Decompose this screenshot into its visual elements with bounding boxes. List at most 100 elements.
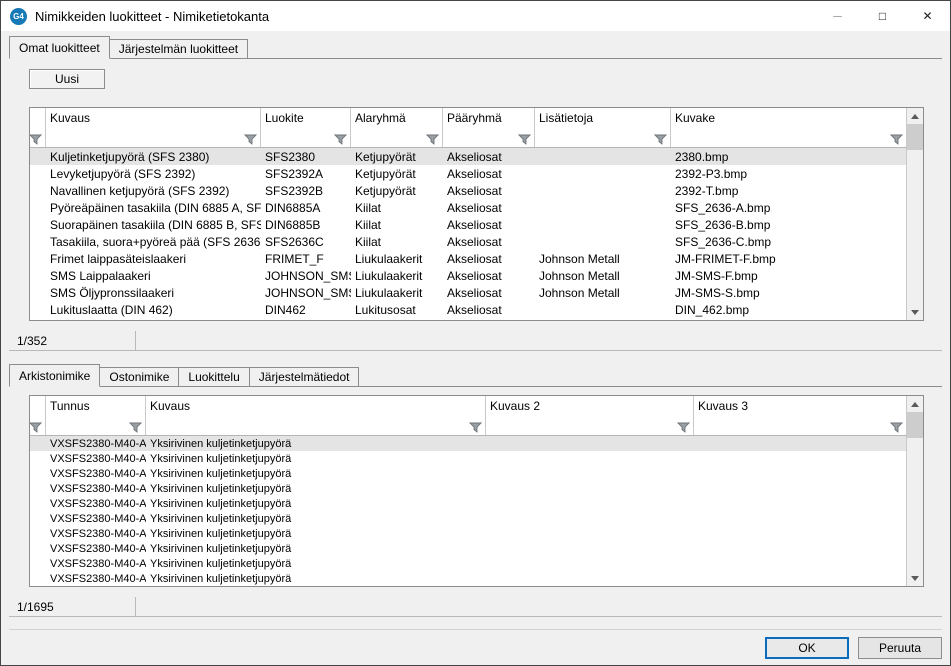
table-row[interactable]: Pyöreäpäinen tasakiila (DIN 6885 A, SFS … xyxy=(30,199,906,216)
filter-icon[interactable] xyxy=(30,134,42,145)
table-row[interactable]: SMS LaippalaakeriJOHNSON_SMS_FLiukulaake… xyxy=(30,267,906,284)
grid-header: Tunnus Kuvaus Kuvaus 2 Kuvaus 3 xyxy=(30,396,906,436)
table-cell: Yksirivinen kuljetinketjupyörä xyxy=(146,438,486,450)
maximize-button[interactable]: □ xyxy=(860,1,905,31)
table-row[interactable]: VXSFS2380-M40-A-...Yksirivinen kuljetink… xyxy=(30,466,906,481)
column-header[interactable]: Alaryhmä xyxy=(351,108,443,147)
table-cell: SFS2380 xyxy=(261,150,351,164)
tab-jarjestelman-luokitteet[interactable]: Järjestelmän luokitteet xyxy=(109,39,248,58)
tab-arkistonimike[interactable]: Arkistonimike xyxy=(9,364,100,387)
table-row[interactable]: Navallinen ketjupyörä (SFS 2392)SFS2392B… xyxy=(30,182,906,199)
table-cell: DIN462 xyxy=(261,303,351,317)
vertical-scrollbar[interactable] xyxy=(906,108,923,320)
table-cell: Tasakiila, suora+pyöreä pää (SFS 2636) xyxy=(46,235,261,249)
filter-icon[interactable] xyxy=(244,134,257,145)
scrollbar-thumb[interactable] xyxy=(907,412,923,438)
scrollbar-track[interactable] xyxy=(907,124,923,304)
ok-button[interactable]: OK xyxy=(765,637,849,659)
table-row[interactable]: Suorapäinen tasakiila (DIN 6885 B, SFS .… xyxy=(30,216,906,233)
column-header-label: Kuvaus 3 xyxy=(698,399,903,413)
table-cell: VXSFS2380-M40-A-... xyxy=(46,573,146,585)
scroll-up-button[interactable] xyxy=(907,396,923,412)
filter-icon[interactable] xyxy=(129,422,142,433)
column-header[interactable]: Lisätietoja xyxy=(535,108,671,147)
table-row[interactable]: Kuljetinketjupyörä (SFS 2380)SFS2380Ketj… xyxy=(30,148,906,165)
column-header[interactable]: Kuvaus xyxy=(146,396,486,435)
filter-icon[interactable] xyxy=(426,134,439,145)
column-header[interactable]: Kuvaus 3 xyxy=(694,396,906,435)
window-title: Nimikkeiden luokitteet - Nimiketietokant… xyxy=(35,9,815,24)
table-cell: Kiilat xyxy=(351,235,443,249)
table-row[interactable]: SMS ÖljypronssilaakeriJOHNSON_SMS_SLiuku… xyxy=(30,284,906,301)
column-header-label: Kuvaus 2 xyxy=(490,399,690,413)
scrollbar-track[interactable] xyxy=(907,412,923,570)
table-cell: Akseliosat xyxy=(443,201,535,215)
new-button[interactable]: Uusi xyxy=(29,69,105,89)
top-tab-strip: Omat luokitteetJärjestelmän luokitteet xyxy=(9,37,942,59)
table-cell: VXSFS2380-M40-A-... xyxy=(46,483,146,495)
table-cell: Yksirivinen kuljetinketjupyörä xyxy=(146,498,486,510)
table-cell: VXSFS2380-M40-A-... xyxy=(46,453,146,465)
filter-icon[interactable] xyxy=(890,134,903,145)
dialog-footer: OK Peruuta xyxy=(9,629,942,665)
filter-icon[interactable] xyxy=(469,422,482,433)
table-row[interactable]: VXSFS2380-M40-A-...Yksirivinen kuljetink… xyxy=(30,496,906,511)
tab-omat-luokitteet[interactable]: Omat luokitteet xyxy=(9,36,110,59)
table-row[interactable]: VXSFS2380-M40-A-...Yksirivinen kuljetink… xyxy=(30,481,906,496)
table-cell: SMS Öljypronssilaakeri xyxy=(46,286,261,300)
table-row[interactable]: VXSFS2380-M40-A-...Yksirivinen kuljetink… xyxy=(30,436,906,451)
scroll-up-button[interactable] xyxy=(907,108,923,124)
close-button[interactable]: ✕ xyxy=(905,1,950,31)
filter-icon[interactable] xyxy=(654,134,667,145)
filter-icon[interactable] xyxy=(30,422,42,433)
table-cell: Ketjupyörät xyxy=(351,167,443,181)
cancel-button[interactable]: Peruuta xyxy=(858,637,942,659)
table-cell: VXSFS2380-M40-A-... xyxy=(46,513,146,525)
scrollbar-thumb[interactable] xyxy=(907,124,923,150)
column-header-label: Kuvaus xyxy=(50,111,257,125)
vertical-scrollbar[interactable] xyxy=(906,396,923,586)
minimize-button[interactable]: ─ xyxy=(815,1,860,31)
filter-icon[interactable] xyxy=(334,134,347,145)
table-cell: Akseliosat xyxy=(443,184,535,198)
tab-luokittelu[interactable]: Luokittelu xyxy=(178,367,249,386)
item-record-count-strip: 1/1695 xyxy=(9,597,942,617)
table-cell: Liukulaakerit xyxy=(351,252,443,266)
table-cell: Johnson Metall xyxy=(535,252,671,266)
table-row[interactable]: Levyketjupyörä (SFS 2392)SFS2392AKetjupy… xyxy=(30,165,906,182)
filter-icon[interactable] xyxy=(890,422,903,433)
table-row[interactable]: VXSFS2380-M40-A-...Yksirivinen kuljetink… xyxy=(30,571,906,586)
table-cell: Akseliosat xyxy=(443,235,535,249)
column-header[interactable]: Pääryhmä xyxy=(443,108,535,147)
filter-icon[interactable] xyxy=(518,134,531,145)
table-row[interactable]: VXSFS2380-M40-A-...Yksirivinen kuljetink… xyxy=(30,541,906,556)
table-cell: VXSFS2380-M40-A-... xyxy=(46,558,146,570)
table-row[interactable]: Tasakiila, suora+pyöreä pää (SFS 2636)SF… xyxy=(30,233,906,250)
tab-ostonimike[interactable]: Ostonimike xyxy=(99,367,179,386)
column-header[interactable]: Kuvake xyxy=(671,108,906,147)
filter-icon[interactable] xyxy=(677,422,690,433)
table-cell: Akseliosat xyxy=(443,252,535,266)
table-cell: Johnson Metall xyxy=(535,269,671,283)
tab-jarjestelmatiedot[interactable]: Järjestelmätiedot xyxy=(249,367,360,386)
column-header[interactable]: Tunnus xyxy=(46,396,146,435)
scroll-down-button[interactable] xyxy=(907,304,923,320)
column-header-label: Tunnus xyxy=(50,399,142,413)
table-cell: Liukulaakerit xyxy=(351,286,443,300)
table-row[interactable]: VXSFS2380-M40-A-...Yksirivinen kuljetink… xyxy=(30,451,906,466)
column-header[interactable]: Kuvaus 2 xyxy=(486,396,694,435)
table-row[interactable]: Frimet laippasäteislaakeriFRIMET_FLiukul… xyxy=(30,250,906,267)
column-header[interactable]: Kuvaus xyxy=(46,108,261,147)
column-header[interactable]: Luokite xyxy=(261,108,351,147)
table-row[interactable]: VXSFS2380-M40-A-...Yksirivinen kuljetink… xyxy=(30,526,906,541)
table-cell: Akseliosat xyxy=(443,167,535,181)
grid-body: VXSFS2380-M40-A-...Yksirivinen kuljetink… xyxy=(30,436,906,586)
column-header-label: Kuvaus xyxy=(150,399,482,413)
table-cell: Pyöreäpäinen tasakiila (DIN 6885 A, SFS … xyxy=(46,201,261,215)
table-row[interactable]: VXSFS2380-M40-A-...Yksirivinen kuljetink… xyxy=(30,556,906,571)
table-row[interactable]: Lukituslaatta (DIN 462)DIN462Lukitusosat… xyxy=(30,301,906,318)
arrow-down-icon xyxy=(911,576,919,581)
scroll-down-button[interactable] xyxy=(907,570,923,586)
table-row[interactable]: VXSFS2380-M40-A-...Yksirivinen kuljetink… xyxy=(30,511,906,526)
table-cell: SFS2392B xyxy=(261,184,351,198)
